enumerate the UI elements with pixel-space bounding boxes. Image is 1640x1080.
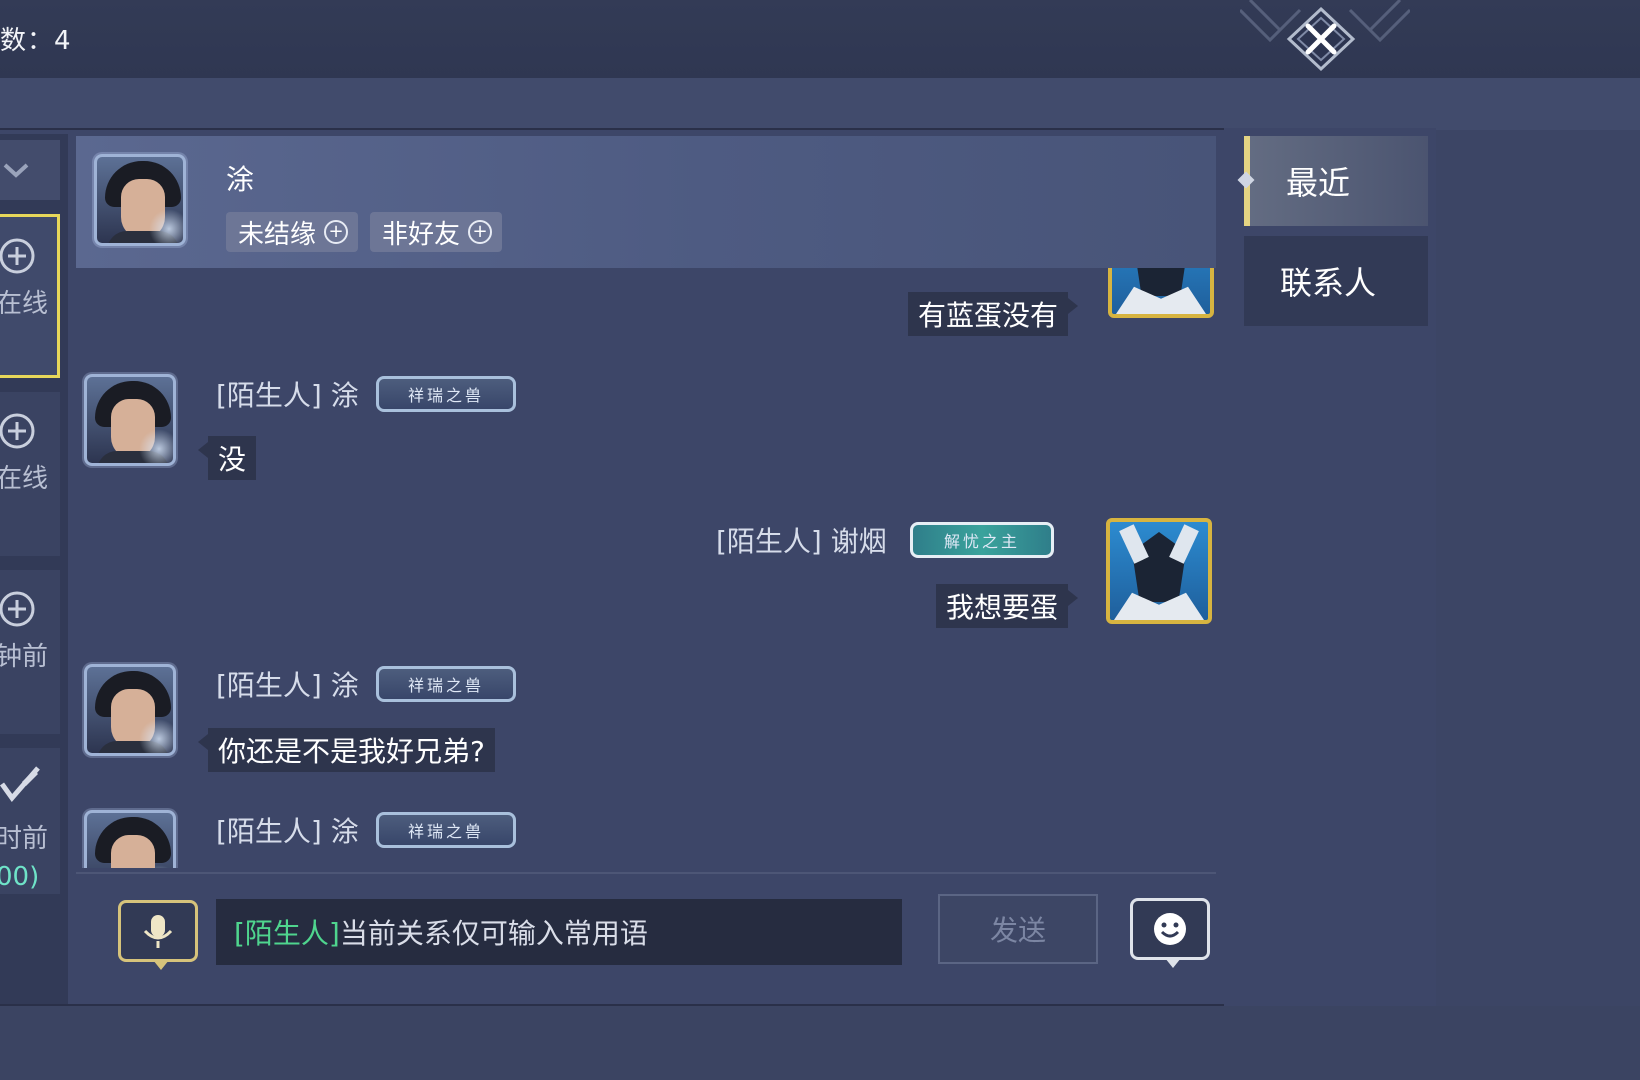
session-item-4[interactable]: 时前 00) [0, 748, 60, 894]
sender-name: [陌生人] 涂 [216, 669, 359, 702]
tab-recent-label: 最近 [1286, 164, 1351, 202]
session-time-label: 钟前 [0, 642, 49, 672]
relation-tag-label: 未结缘 [238, 219, 317, 250]
tab-contacts-label: 联系人 [1280, 264, 1377, 302]
session-status-label: 在线 [0, 289, 49, 319]
tab-recent[interactable]: 最近 [1237, 136, 1428, 226]
relation-tag-button[interactable]: 未结缘 + [226, 212, 359, 252]
friend-tag-label: 非好友 [382, 219, 461, 250]
input-placeholder: 当前关系仅可输入常用语 [339, 917, 648, 950]
sender-name: [陌生人] 谢烟 [716, 525, 887, 558]
send-button[interactable]: 发送 [938, 894, 1098, 964]
chevron-down-icon [3, 163, 29, 178]
emoji-button[interactable] [1130, 898, 1210, 968]
add-circle-icon [0, 413, 35, 449]
microphone-icon [143, 915, 173, 948]
sender-name: [陌生人] 涂 [216, 815, 359, 848]
sender-name: [陌生人] 涂 [216, 379, 359, 412]
session-status-label: 在线 [0, 464, 49, 494]
message-bubble[interactable]: 我想要蛋 [935, 584, 1079, 628]
message-bubble[interactable]: 有蓝蛋没有 [907, 292, 1079, 336]
input-relation-tag: [陌生人] [234, 917, 340, 950]
contact-name: 涂 [226, 163, 255, 196]
message-bubble[interactable]: 没 [197, 436, 257, 480]
bottom-backdrop [0, 1006, 1640, 1080]
title-badge: 祥瑞之兽 [376, 812, 516, 848]
title-badge: 解忧之主 [910, 522, 1054, 558]
brush-icon [0, 766, 40, 803]
plus-circle-icon: + [468, 220, 493, 244]
member-count: 数：4 [0, 26, 72, 56]
friend-tag-button[interactable]: 非好友 + [370, 212, 503, 252]
tab-contacts[interactable]: 联系人 [1244, 236, 1428, 326]
title-badge: 祥瑞之兽 [376, 666, 516, 702]
voice-button[interactable] [118, 900, 198, 970]
contact-avatar[interactable] [94, 154, 186, 246]
close-icon [1286, 6, 1356, 72]
message-bubble[interactable]: 你还是不是我好兄弟? [198, 728, 495, 772]
session-item-3[interactable]: 钟前 [0, 570, 60, 734]
self-avatar[interactable] [1106, 518, 1212, 624]
close-button[interactable] [1284, 6, 1358, 72]
self-avatar[interactable] [1108, 268, 1214, 318]
message-input[interactable]: [陌生人] 当前关系仅可输入常用语 [216, 899, 902, 965]
sender-avatar[interactable] [84, 374, 176, 466]
session-item-1[interactable]: 在线 [0, 214, 60, 378]
session-time-label: 时前 [0, 824, 49, 854]
sender-avatar[interactable] [84, 810, 176, 868]
smiley-icon [1154, 913, 1186, 945]
title-badge: 祥瑞之兽 [376, 376, 516, 412]
add-circle-icon [0, 591, 35, 627]
session-item-2[interactable]: 在线 [0, 392, 60, 556]
sub-bar [0, 78, 1640, 130]
add-circle-icon [0, 238, 35, 274]
collapse-button[interactable] [0, 140, 60, 200]
top-bar: 数：4 [0, 0, 1640, 78]
sender-avatar[interactable] [84, 664, 176, 756]
plus-circle-icon: + [324, 220, 349, 244]
session-extra-label: 00) [0, 862, 40, 892]
message-list[interactable]: 有蓝蛋没有 [陌生人] 涂 祥瑞之兽 没 [陌生人] 谢烟 解忧之主 我想要蛋 … [76, 268, 1216, 868]
